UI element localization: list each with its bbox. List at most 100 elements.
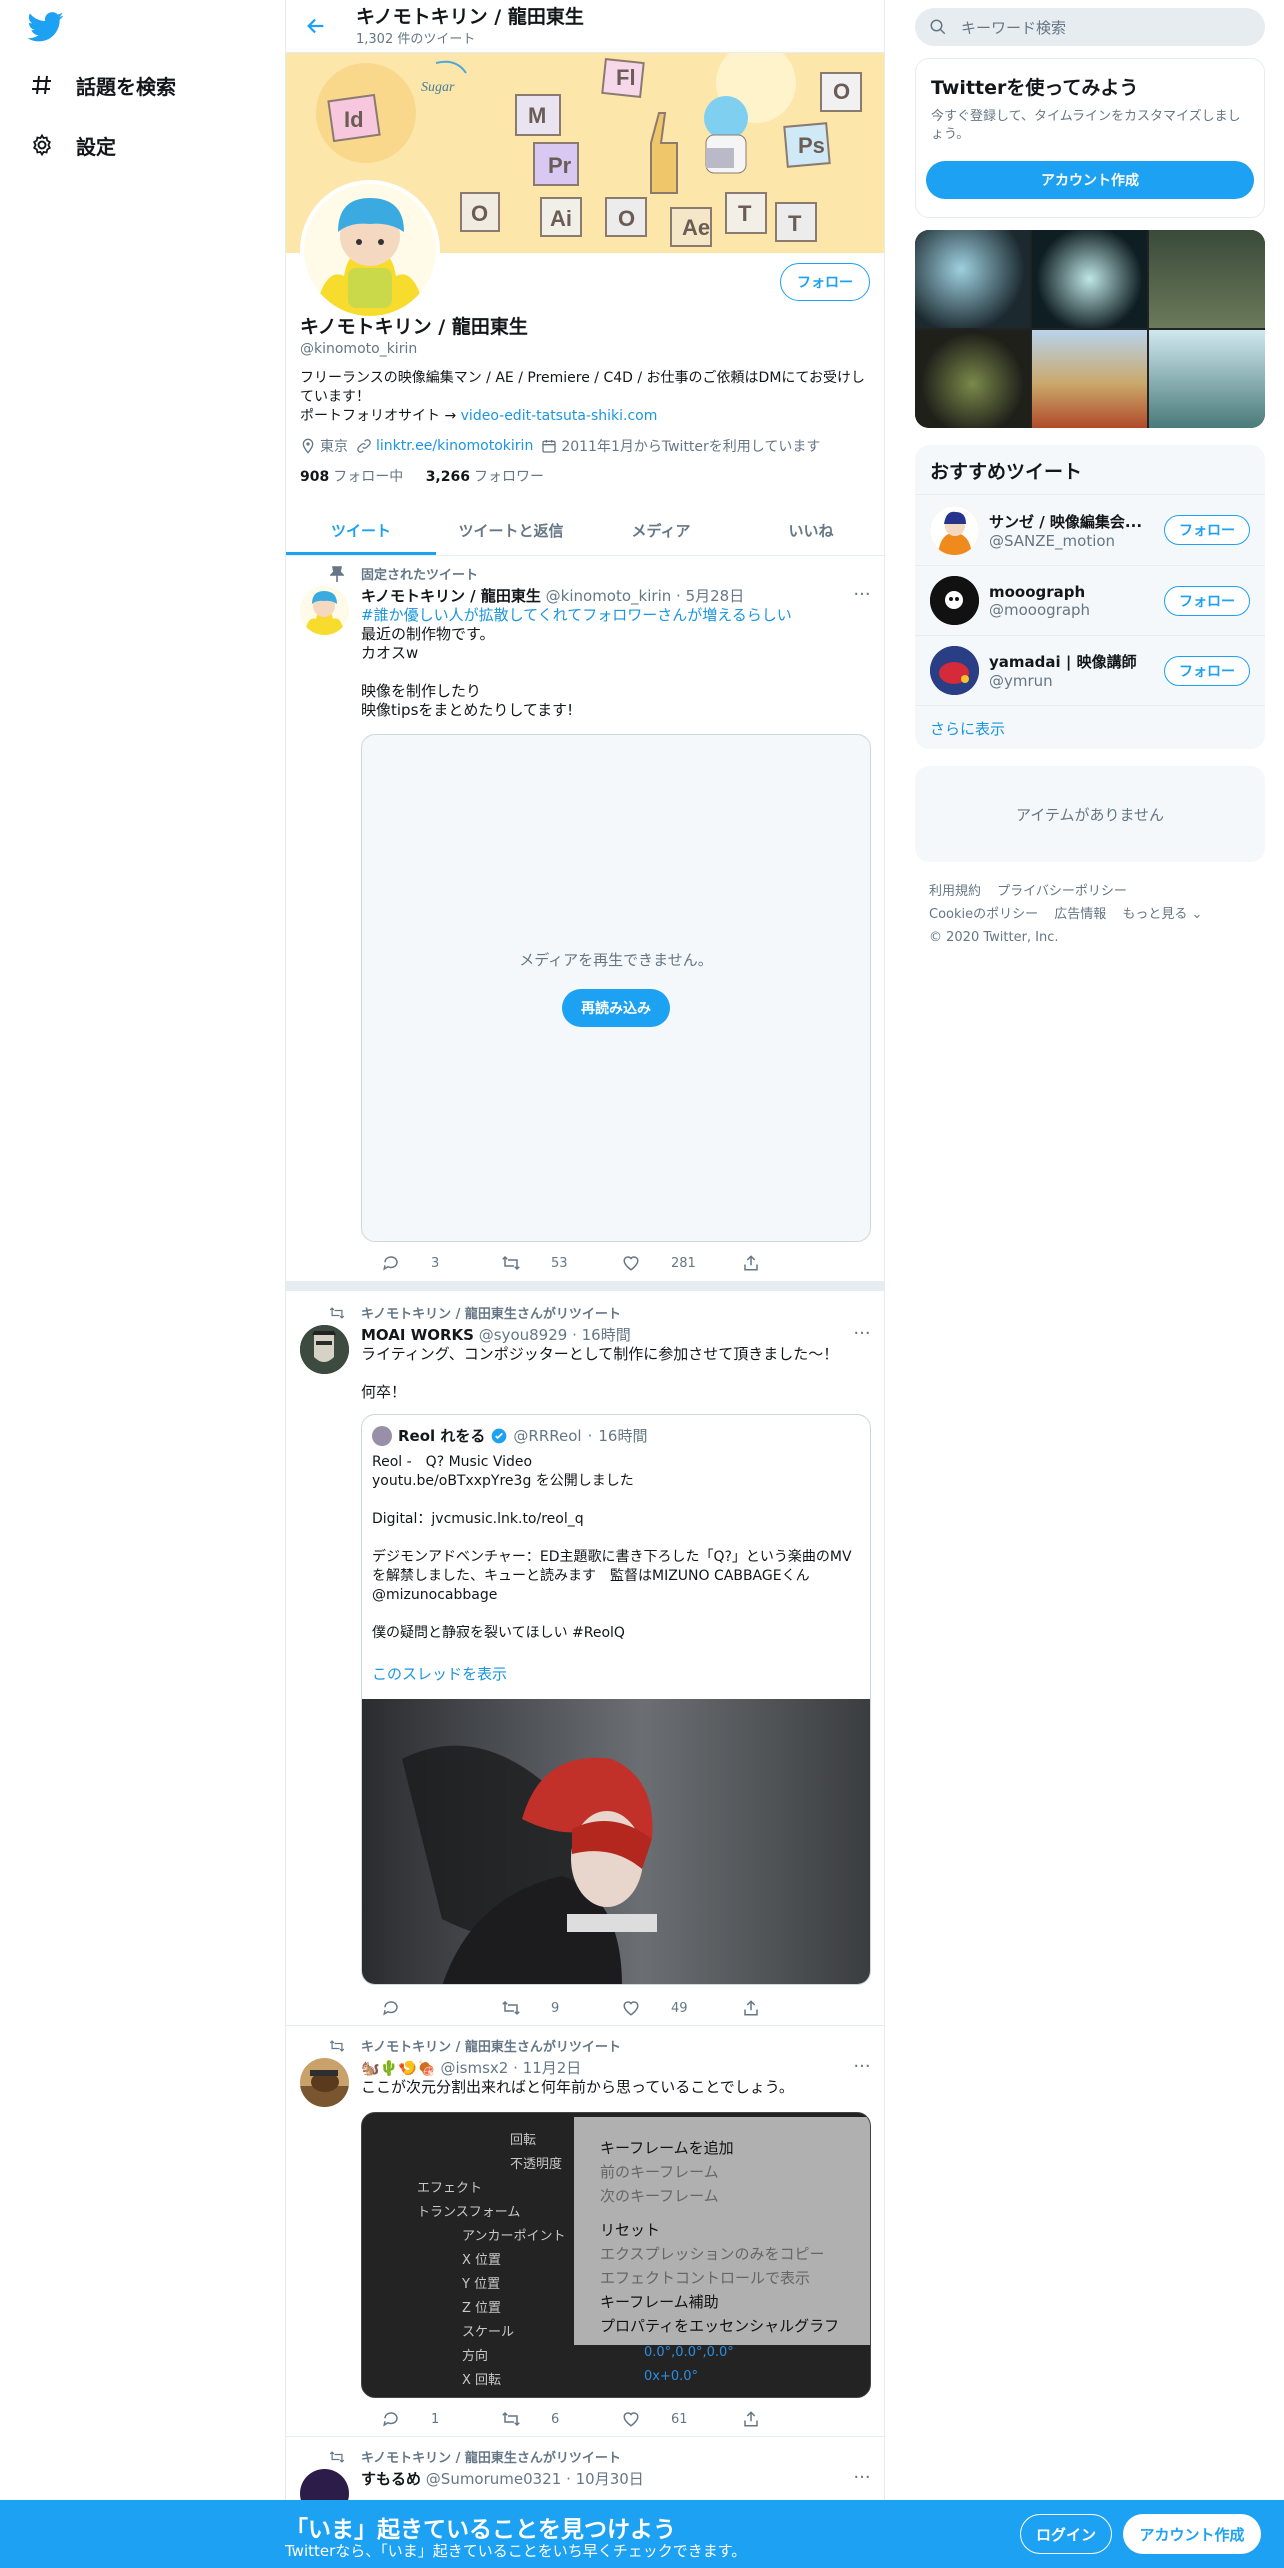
suggestion-follow-button[interactable]: フォロー <box>1164 655 1250 686</box>
nav-settings[interactable]: 設定 <box>28 125 116 165</box>
tweet-count: 1,302 件のツイート <box>356 31 476 47</box>
profile-avatar[interactable] <box>300 180 440 320</box>
reply-button[interactable] <box>361 1999 481 2017</box>
more-options-icon[interactable]: ··· <box>852 2058 872 2082</box>
media-error-text: メディアを再生できません。 <box>519 951 713 969</box>
tweet-author-name[interactable]: すもるめ <box>361 2470 421 2488</box>
back-arrow-icon[interactable] <box>298 8 334 44</box>
tweet-time[interactable]: 10月30日 <box>576 2470 644 2488</box>
footer-terms[interactable]: 利用規約 <box>929 880 981 903</box>
tweet-pinned[interactable]: 固定されたツイート キノモトキリン / 龍田東生 @kinomoto_kirin… <box>286 556 884 1281</box>
signup-bottom-button[interactable]: アカウント作成 <box>1123 2514 1261 2554</box>
following-count: 908 <box>300 469 330 485</box>
footer-privacy[interactable]: プライバシーポリシー <box>997 880 1127 903</box>
share-button[interactable] <box>721 1999 781 2017</box>
tweet-author-name[interactable]: MOAI WORKS <box>361 1326 474 1344</box>
trends-empty-card: アイテムがありません <box>915 766 1265 862</box>
profile-follow-button[interactable]: フォロー <box>780 263 870 301</box>
ae-layer-orientation: 方向 <box>462 2349 489 2364</box>
retweet-label: キノモトキリン / 龍田東生さんがリツイート <box>329 2447 621 2466</box>
profile-website[interactable]: linktr.ee/kinomotokirin <box>356 438 533 454</box>
profile-info: キノモトキリン / 龍田東生 @kinomoto_kirin フリーランスの映像… <box>300 315 872 486</box>
media-thumb-3[interactable] <box>1149 230 1265 328</box>
portfolio-link[interactable]: video-edit-tatsuta-shiki.com <box>461 408 658 424</box>
svg-text:Pr: Pr <box>548 153 572 178</box>
like-button[interactable]: 49 <box>601 1999 721 2017</box>
tweet-time[interactable]: 16時間 <box>582 1326 631 1344</box>
like-button[interactable]: 281 <box>601 1254 721 1272</box>
ae-menu-essential-graphics: プロパティをエッセンシャルグラフ <box>600 2317 840 2335</box>
search-box[interactable]: キーワード検索 <box>915 8 1265 46</box>
reply-button[interactable]: 3 <box>361 1254 481 1272</box>
header-title: キノモトキリン / 龍田東生 <box>356 5 584 28</box>
pinned-label: 固定されたツイート <box>330 564 478 583</box>
tweet-body: MOAI WORKS @syou8929 · 16時間 ライティング、コンポジッ… <box>361 1325 871 1402</box>
tweet-time[interactable]: 5月28日 <box>686 587 745 605</box>
retweet-icon <box>481 1999 541 2017</box>
tweet-avatar[interactable] <box>300 2058 349 2107</box>
retweet-button[interactable]: 6 <box>481 2410 601 2428</box>
search-placeholder[interactable]: キーワード検索 <box>961 17 1066 38</box>
share-button[interactable] <box>721 1254 781 1272</box>
like-button[interactable]: 61 <box>601 2410 721 2428</box>
share-icon <box>721 1999 781 2017</box>
tweet-image-ae-screenshot[interactable]: 回転 不透明度 エフェクト トランスフォーム アンカーポイント X 位置 Y 位… <box>361 2112 871 2398</box>
media-thumb-5[interactable] <box>1032 330 1147 428</box>
retweet-button[interactable]: 53 <box>481 1254 601 1272</box>
tweet-hashtag[interactable]: #誰か優しい人が拡散してくれてフォロワーさんが増えるらしい <box>361 606 871 625</box>
nav-explore[interactable]: 話題を検索 <box>28 65 176 105</box>
more-options-icon[interactable]: ··· <box>852 2469 872 2493</box>
suggestion-item[interactable]: サンゼ / 映像編集会... @SANZE_motion フォロー <box>915 495 1265 565</box>
media-thumb-1[interactable] <box>915 230 1030 328</box>
suggestion-follow-button[interactable]: フォロー <box>1164 515 1250 545</box>
tweet-author-handle: @ismsx2 <box>440 2059 509 2077</box>
login-button[interactable]: ログイン <box>1020 2514 1112 2554</box>
no-items-text: アイテムがありません <box>1015 805 1165 824</box>
footer-cookies[interactable]: Cookieのポリシー <box>929 903 1038 926</box>
tweet-retweet-ae[interactable]: キノモトキリン / 龍田東生さんがリツイート 🐿️🌵🍤🍖 @ismsx2 · 1… <box>286 2026 884 2437</box>
more-options-icon[interactable]: ··· <box>852 1325 872 1349</box>
tab-tweets-replies[interactable]: ツイートと返信 <box>436 506 586 555</box>
tab-likes[interactable]: いいね <box>736 506 884 555</box>
media-thumb-4[interactable] <box>915 330 1030 428</box>
retweet-button[interactable]: 9 <box>481 1999 601 2017</box>
suggestion-item[interactable]: yamadai | 映像講師 @ymrun フォロー <box>915 635 1265 705</box>
followers-link[interactable]: 3,266 フォロワー <box>426 469 544 485</box>
more-options-icon[interactable]: ··· <box>852 586 872 610</box>
tweet-author-name[interactable]: 🐿️🌵🍤🍖 <box>361 2059 436 2077</box>
media-thumb-6[interactable] <box>1149 330 1265 428</box>
suggestion-follow-button[interactable]: フォロー <box>1164 585 1250 616</box>
svg-text:M: M <box>528 103 546 128</box>
reload-button[interactable]: 再読み込み <box>562 989 670 1027</box>
tab-media[interactable]: メディア <box>586 506 736 555</box>
suggested-title: おすすめツイート <box>915 445 1265 495</box>
following-link[interactable]: 908 フォロー中 <box>300 469 403 485</box>
signup-button[interactable]: アカウント作成 <box>926 161 1254 199</box>
location-pin-icon <box>300 438 316 454</box>
profile-website-text[interactable]: linktr.ee/kinomotokirin <box>376 438 533 454</box>
svg-text:T: T <box>738 201 752 226</box>
media-grid <box>915 230 1265 428</box>
tweet-retweet-moai[interactable]: キノモトキリン / 龍田東生さんがリツイート MOAI WORKS @syou8… <box>286 1291 884 2026</box>
media-thumb-2[interactable] <box>1032 230 1147 328</box>
footer-ads[interactable]: 広告情報 <box>1054 903 1106 926</box>
tweet-time[interactable]: 11月2日 <box>523 2059 582 2077</box>
tweet-author-name[interactable]: キノモトキリン / 龍田東生 <box>361 587 541 605</box>
quote-image[interactable] <box>362 1699 870 1984</box>
show-more-link[interactable]: さらに表示 <box>915 705 1265 749</box>
share-button[interactable] <box>721 2410 781 2428</box>
left-nav: 話題を検索 設定 <box>0 0 284 200</box>
tab-tweets[interactable]: ツイート <box>286 506 436 555</box>
tweet-media-player[interactable]: メディアを再生できません。 再読み込み <box>361 734 871 1242</box>
quote-tweet[interactable]: Reol れをる @RRReol · 16時間 Reol - Q? Music … <box>361 1414 871 1985</box>
ae-layer-y-pos: Y 位置 <box>462 2277 501 2292</box>
ae-layer-opacity: 不透明度 <box>510 2157 563 2172</box>
retweet-label-text: キノモトキリン / 龍田東生さんがリツイート <box>361 2451 621 2466</box>
tweet-avatar[interactable] <box>300 586 349 635</box>
tweet-avatar[interactable] <box>300 1325 349 1374</box>
suggestion-item[interactable]: mooograph @mooograph フォロー <box>915 565 1265 635</box>
twitter-logo-icon[interactable] <box>28 12 64 42</box>
reply-button[interactable]: 1 <box>361 2410 481 2428</box>
show-thread-link[interactable]: このスレッドを表示 <box>372 1663 507 1684</box>
footer-more[interactable]: もっと見る ⌄ <box>1122 903 1202 926</box>
